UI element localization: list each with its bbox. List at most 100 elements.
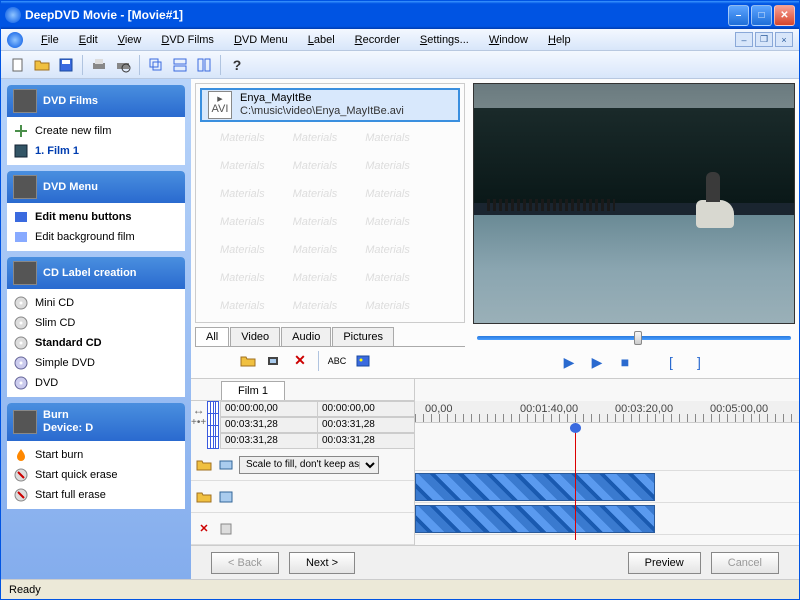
sidebar-dvd-menu: DVD Menu Edit menu buttonsEdit background… [7,171,185,251]
video-track-1[interactable] [415,471,799,503]
wizard-buttons: < Back Next > Preview Cancel [191,545,799,579]
app-window: DeepDVD Movie - [Movie#1] – □ ✕ FileEdit… [0,0,800,600]
app-menu-icon[interactable] [7,32,23,48]
sidebar-header-dvd-films[interactable]: DVD Films [7,85,185,117]
clip-video-1[interactable] [415,473,655,501]
mat-tab-all[interactable]: All [195,327,229,346]
sidebar-header-dvd-menu[interactable]: DVD Menu [7,171,185,203]
mdi-close-button[interactable]: × [775,32,793,47]
tile-v-button[interactable] [193,54,215,76]
print-preview-button[interactable] [112,54,134,76]
preview-slider[interactable] [473,330,795,346]
status-text: Ready [9,584,41,596]
track-folder-icon-2[interactable] [195,488,213,506]
menu-window[interactable]: Window [479,32,538,48]
slider-thumb[interactable] [634,331,642,345]
sidebar-header-burn[interactable]: Burn Device: D [7,403,185,441]
close-button[interactable]: ✕ [774,5,795,26]
dvd-films-icon [13,89,37,113]
material-item[interactable]: ▶AVI Enya_MayItBe C:\music\video\Enya_Ma… [200,88,460,122]
timeline-ruler[interactable]: 00,0000:01:40,0000:03:20,0000:05:00,0000… [415,401,799,423]
sidebar-item-dvd[interactable]: DVD [7,373,185,393]
sidebar-item-slim-cd[interactable]: Slim CD [7,313,185,333]
mark-out-button[interactable]: ] [689,353,709,371]
mat-tab-video[interactable]: Video [230,327,280,346]
menu-help[interactable]: Help [538,32,581,48]
zoom-fit-icon[interactable]: ↔ [193,403,205,417]
cancel-button[interactable]: Cancel [711,552,779,574]
track-video-icon[interactable] [217,456,235,474]
next-button[interactable]: Next > [289,552,355,574]
play-button[interactable]: ▶ [587,353,607,371]
timeline-strip[interactable] [415,423,799,471]
titlebar[interactable]: DeepDVD Movie - [Movie#1] – □ ✕ [1,1,799,29]
window-title: DeepDVD Movie - [Movie#1] [25,8,728,22]
mat-delete-button[interactable]: ✕ [289,350,311,372]
mat-text-button[interactable]: ABC [326,350,348,372]
sidebar-item-1--film-1[interactable]: 1. Film 1 [7,141,185,161]
sidebar-item-standard-cd[interactable]: Standard CD [7,333,185,353]
mat-image-button[interactable] [352,350,374,372]
sidebar-item-mini-cd[interactable]: Mini CD [7,293,185,313]
playhead[interactable] [575,423,576,540]
help-button[interactable]: ? [226,54,248,76]
zoom-button[interactable]: +•+ [191,417,206,428]
film-icon [13,143,29,159]
menu-dvdmenu[interactable]: DVD Menu [224,32,298,48]
clip-video-2[interactable] [415,505,655,533]
stop-button[interactable]: ■ [615,353,635,371]
sidebar-item-start-burn[interactable]: Start burn [7,445,185,465]
menu-recorder[interactable]: Recorder [345,32,410,48]
track-ctrl-del: ✕ [191,513,414,545]
track-delete-icon[interactable]: ✕ [195,520,213,538]
minimize-button[interactable]: – [728,5,749,26]
materials-list[interactable]: MaterialsMaterialsMaterialsMaterialsMate… [195,83,465,323]
sidebar-item-create-new-film[interactable]: Create new film [7,121,185,141]
menu-view[interactable]: View [108,32,152,48]
mat-tab-audio[interactable]: Audio [281,327,331,346]
cascade-button[interactable] [145,54,167,76]
sidebar-item-start-quick-erase[interactable]: Start quick erase [7,465,185,485]
sidebar-item-edit-menu-buttons[interactable]: Edit menu buttons [7,207,185,227]
maximize-button[interactable]: □ [751,5,772,26]
track-img-icon[interactable] [217,488,235,506]
sidebar-item-simple-dvd[interactable]: Simple DVD [7,353,185,373]
track-misc-icon[interactable] [217,520,235,538]
menu-label[interactable]: Label [298,32,345,48]
back-button[interactable]: < Back [211,552,279,574]
new-button[interactable] [7,54,29,76]
video-track-2[interactable] [415,503,799,535]
save-button[interactable] [55,54,77,76]
mat-open-button[interactable] [237,350,259,372]
tl-time-cell: 00:00:00,00 [220,401,317,417]
tile-h-button[interactable] [169,54,191,76]
preview-video[interactable] [473,83,795,324]
plus-icon [13,123,29,139]
track-folder-icon[interactable] [195,456,213,474]
cd-icon [13,295,29,311]
menu-file[interactable]: File [31,32,69,48]
sidebar-item-start-full-erase[interactable]: Start full erase [7,485,185,505]
content-area: MaterialsMaterialsMaterialsMaterialsMate… [191,79,799,579]
mark-in-button[interactable]: [ [661,353,681,371]
mdi-restore-button[interactable]: ❐ [755,32,773,47]
open-button[interactable] [31,54,53,76]
menu-dvdfilms[interactable]: DVD Films [151,32,224,48]
timeline-tab-film1[interactable]: Film 1 [221,381,285,400]
mat-capture-button[interactable] [263,350,285,372]
tl-time-cell: 00:03:31,28 [220,417,317,433]
sidebar-item-edit-background-film[interactable]: Edit background film [7,227,185,247]
grid-icon[interactable] [207,401,219,449]
timeline-pane: Film 1 ↔ +•+ 00:00:00,0000:03:31,2800:03… [191,379,799,579]
menu-settings[interactable]: Settings... [410,32,479,48]
mat-tab-pictures[interactable]: Pictures [332,327,394,346]
scale-select[interactable]: Scale to fill, don't keep asp [239,456,379,474]
print-button[interactable] [88,54,110,76]
mdi-minimize-button[interactable]: – [735,32,753,47]
avi-icon: ▶AVI [208,91,232,119]
preview-button[interactable]: Preview [628,552,701,574]
sidebar-header-cd-label[interactable]: CD Label creation [7,257,185,289]
menubar: FileEditViewDVD FilmsDVD MenuLabelRecord… [1,29,799,51]
menu-edit[interactable]: Edit [69,32,108,48]
play-start-button[interactable]: ▶ [559,353,579,371]
